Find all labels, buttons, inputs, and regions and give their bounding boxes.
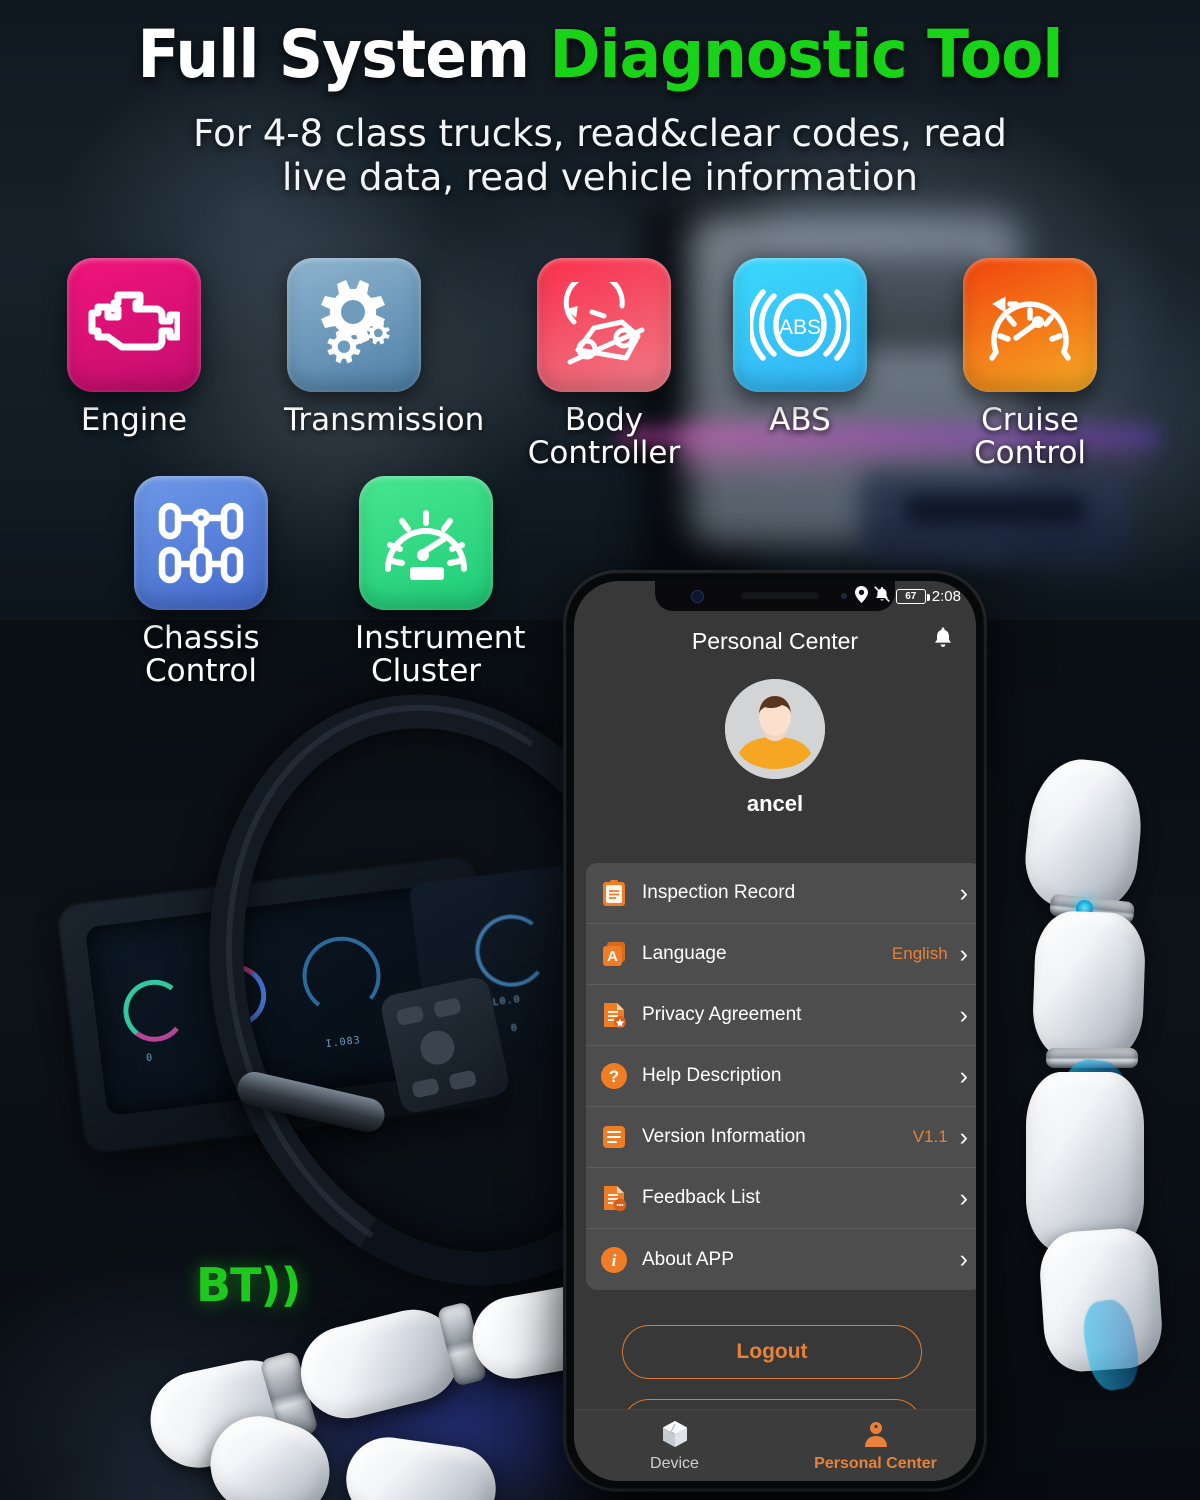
title-part-green: Diagnostic Tool bbox=[549, 16, 1063, 93]
tab-label: Device bbox=[650, 1454, 699, 1472]
menu-item-version-information[interactable]: Version Information V1.1 › bbox=[586, 1107, 976, 1168]
app-bar-title: Personal Center bbox=[691, 627, 859, 654]
menu-item-label: About APP bbox=[642, 1248, 734, 1270]
subtitle-line-1: For 4-8 class trucks, read&clear codes, … bbox=[193, 112, 1007, 155]
gauge-cluster-icon bbox=[378, 497, 474, 589]
bell-icon[interactable] bbox=[932, 626, 954, 656]
menu-item-inspection-record[interactable]: Inspection Record › bbox=[586, 863, 976, 924]
menu-item-value: V1.1 bbox=[912, 1127, 948, 1146]
clock-time: 2:08 bbox=[931, 587, 961, 605]
transmission-tile bbox=[287, 258, 421, 392]
tab-device[interactable]: Device bbox=[574, 1419, 775, 1473]
cruise-control-tile bbox=[963, 258, 1097, 392]
speedometer-arrow-icon bbox=[982, 282, 1078, 368]
check-engine-icon bbox=[88, 287, 180, 363]
chevron-right-icon: › bbox=[959, 1245, 968, 1273]
chassis-axle-icon bbox=[154, 498, 248, 588]
menu-item-language[interactable]: A Language English › bbox=[586, 924, 976, 985]
menu-item-label: Version Information bbox=[642, 1126, 806, 1147]
chevron-right-icon: › bbox=[959, 878, 968, 907]
engine-tile bbox=[67, 258, 201, 392]
system-label: Instrument Cluster bbox=[355, 620, 526, 690]
menu-item-label: Help Description bbox=[642, 1065, 782, 1086]
background-truck-grille-inner bbox=[905, 495, 1085, 525]
battery-indicator: 67 bbox=[895, 588, 930, 604]
bluetooth-badge: BT)) bbox=[196, 1258, 301, 1312]
front-camera-icon bbox=[691, 590, 704, 603]
abs-tile: ABS bbox=[733, 258, 867, 392]
phone-screen: 67 2:08 Personal Center ancel Inspection… bbox=[574, 581, 976, 1481]
profile-section: ancel bbox=[574, 679, 976, 817]
chassis-control-tile bbox=[134, 476, 268, 610]
tab-label: Personal Center bbox=[814, 1454, 937, 1472]
system-item-instrument-cluster[interactable]: Instrument Cluster bbox=[355, 476, 526, 690]
question-mark-icon: ? bbox=[600, 1062, 628, 1090]
page-subtitle: For 4-8 class trucks, read&clear codes, … bbox=[0, 112, 1200, 201]
status-bar: 67 2:08 bbox=[854, 581, 976, 611]
system-label: Chassis Control bbox=[142, 620, 260, 690]
info-circle-icon: i bbox=[600, 1246, 628, 1274]
gears-icon bbox=[305, 276, 403, 374]
system-label: Cruise Control bbox=[973, 402, 1087, 472]
svg-text:?: ? bbox=[609, 1067, 619, 1086]
menu-item-label: Language bbox=[642, 943, 727, 964]
instrument-cluster-tile bbox=[359, 476, 493, 610]
system-item-chassis-control[interactable]: Chassis Control bbox=[130, 476, 272, 689]
settings-menu-card: Inspection Record › A Language English › bbox=[586, 863, 976, 1290]
system-label: ABS bbox=[769, 402, 831, 438]
avatar[interactable] bbox=[725, 679, 825, 779]
location-pin-icon bbox=[854, 585, 868, 607]
system-item-engine[interactable]: Engine bbox=[64, 258, 204, 437]
system-item-abs[interactable]: ABS ABS bbox=[730, 258, 870, 437]
menu-item-feedback-list[interactable]: Feedback List › bbox=[586, 1168, 976, 1229]
menu-item-value: English bbox=[891, 944, 948, 963]
app-bar: Personal Center bbox=[574, 611, 976, 671]
bottom-tab-bar: Device Personal Center bbox=[574, 1409, 976, 1481]
earpiece-speaker bbox=[741, 592, 819, 599]
phone-mockup: 67 2:08 Personal Center ancel Inspection… bbox=[565, 572, 985, 1490]
robot-arm-right bbox=[990, 754, 1200, 1394]
feedback-doc-icon bbox=[600, 1184, 628, 1212]
menu-item-label: Inspection Record bbox=[642, 882, 796, 903]
svg-text:i: i bbox=[612, 1251, 617, 1270]
page-title: Full System Diagnostic Tool bbox=[42, 22, 1158, 88]
proximity-sensor bbox=[841, 593, 847, 599]
chevron-right-icon: › bbox=[959, 1183, 968, 1212]
menu-item-privacy-agreement[interactable]: Privacy Agreement › bbox=[586, 985, 976, 1046]
system-item-cruise-control[interactable]: Cruise Control bbox=[928, 258, 1132, 471]
menu-item-label: Privacy Agreement bbox=[642, 1004, 802, 1025]
tab-personal-center[interactable]: Personal Center bbox=[775, 1419, 976, 1473]
svg-text:A: A bbox=[607, 948, 618, 965]
system-item-transmission[interactable]: Transmission bbox=[284, 258, 485, 438]
svg-text:ABS: ABS bbox=[779, 316, 821, 339]
clipboard-icon bbox=[600, 879, 628, 907]
menu-item-label: Feedback List bbox=[642, 1187, 761, 1208]
version-list-icon bbox=[600, 1123, 628, 1151]
bell-muted-icon bbox=[874, 585, 890, 607]
menu-item-about-app[interactable]: i About APP › bbox=[586, 1229, 976, 1290]
system-label: Transmission bbox=[284, 402, 485, 438]
language-a-icon: A bbox=[600, 940, 628, 968]
chevron-right-icon: › bbox=[959, 1000, 968, 1029]
username: ancel bbox=[746, 791, 804, 816]
chevron-right-icon: › bbox=[959, 1122, 968, 1151]
abs-brake-icon: ABS bbox=[750, 282, 850, 368]
subtitle-line-2: live data, read vehicle information bbox=[281, 156, 918, 200]
system-label: Body Controller bbox=[527, 402, 681, 472]
system-label: Engine bbox=[80, 402, 188, 438]
cube-box-icon bbox=[660, 1420, 690, 1453]
body-controller-tile bbox=[537, 258, 671, 392]
car-skid-icon bbox=[556, 282, 652, 368]
system-item-body-controller[interactable]: Body Controller bbox=[504, 258, 704, 471]
logout-button[interactable]: Logout bbox=[622, 1325, 922, 1379]
menu-item-help-description[interactable]: ? Help Description › bbox=[586, 1046, 976, 1107]
person-icon bbox=[861, 1421, 891, 1453]
chevron-right-icon: › bbox=[959, 1061, 968, 1090]
privacy-doc-icon bbox=[600, 1001, 628, 1029]
chevron-right-icon: › bbox=[959, 939, 968, 968]
title-part-white: Full System bbox=[137, 16, 550, 93]
